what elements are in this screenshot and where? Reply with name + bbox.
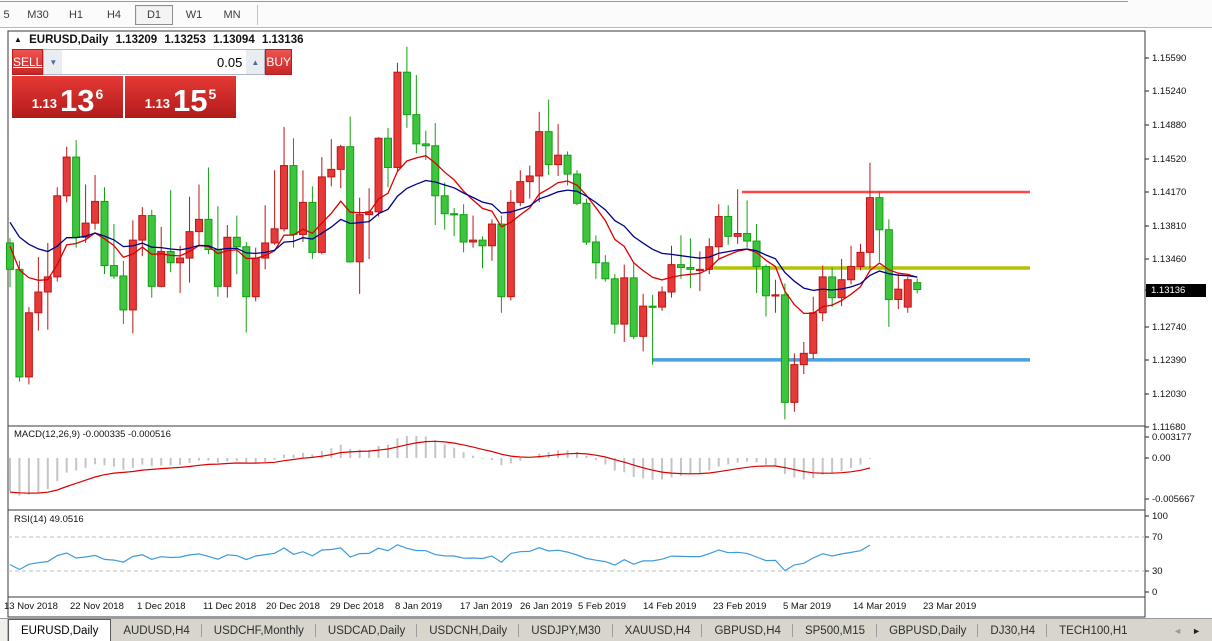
current-price-badge: 1.13136: [1146, 284, 1206, 297]
chart-tab-xauusd-h4[interactable]: XAUUSD,H4: [613, 619, 703, 641]
macd-label: MACD(12,26,9) -0.000335 -0.000516: [14, 429, 171, 440]
macd-axis-label: 0.003177: [1152, 432, 1192, 443]
chart-symbol-header: ▲ EURUSD,Daily 1.13209 1.13253 1.13094 1…: [14, 34, 308, 46]
price-axis-label: 1.15240: [1152, 86, 1186, 97]
date-axis-label: 23 Feb 2019: [713, 601, 766, 612]
date-axis-label: 29 Dec 2018: [330, 601, 384, 612]
buy-price-main: 15: [173, 86, 207, 115]
date-axis-label: 1 Dec 2018: [137, 601, 186, 612]
tab-scroll-left-icon[interactable]: ◄: [1168, 626, 1187, 636]
chart-tab-gbpusd-h4[interactable]: GBPUSD,H4: [702, 619, 792, 641]
date-axis-label: 13 Nov 2018: [4, 601, 58, 612]
chart-tab-sp500-m15[interactable]: SP500,M15: [793, 619, 877, 641]
volume-up-button[interactable]: ▲: [246, 50, 264, 74]
buy-price-prefix: 1.13: [145, 96, 170, 111]
tab-scroll-right-icon[interactable]: ►: [1187, 626, 1206, 636]
trading-platform-window: 5M30H1H4D1W1MN ▲ EURUSD,Daily 1.13209 1.…: [0, 0, 1212, 641]
rsi-axis-label: 30: [1152, 566, 1163, 577]
price-axis-label: 1.14170: [1152, 187, 1186, 198]
quote-low: 1.13094: [213, 34, 255, 46]
sell-button[interactable]: SELL: [12, 49, 43, 75]
date-axis-label: 22 Nov 2018: [70, 601, 124, 612]
price-axis-label: 1.14880: [1152, 120, 1186, 131]
chart-tab-gbpusd-daily[interactable]: GBPUSD,Daily: [877, 619, 978, 641]
date-axis-label: 5 Feb 2019: [578, 601, 626, 612]
sell-price-pip: 6: [96, 86, 104, 102]
date-axis-label: 8 Jan 2019: [395, 601, 442, 612]
tab-scroll-controls: ◄ ►: [1168, 619, 1212, 641]
quote-close: 1.13136: [262, 34, 304, 46]
price-axis-label: 1.12740: [1152, 322, 1186, 333]
chart-tab-audusd-h4[interactable]: AUDUSD,H4: [111, 619, 201, 641]
rsi-axis-label: 70: [1152, 532, 1163, 543]
price-axis-label: 1.12030: [1152, 389, 1186, 400]
chart-tab-tech100-h1[interactable]: TECH100,H1: [1047, 619, 1139, 641]
date-axis-label: 20 Dec 2018: [266, 601, 320, 612]
rsi-label: RSI(14) 49.0516: [14, 514, 84, 525]
date-axis-label: 23 Mar 2019: [923, 601, 976, 612]
rsi-axis-label: 0: [1152, 587, 1157, 598]
price-axis-label: 1.14520: [1152, 154, 1186, 165]
date-axis-label: 26 Jan 2019: [520, 601, 572, 612]
macd-axis-label: 0.00: [1152, 453, 1171, 464]
one-click-trading-panel: SELL ▼ ▲ BUY 1.13136 1.13155: [12, 49, 236, 118]
volume-stepper: ▼ ▲: [43, 49, 265, 75]
sell-price-display[interactable]: 1.13136: [12, 76, 123, 118]
chart-tab-usdjpy-m30[interactable]: USDJPY,M30: [519, 619, 612, 641]
quote-open: 1.13209: [116, 34, 158, 46]
price-axis-label: 1.15590: [1152, 53, 1186, 64]
date-axis-label: 5 Mar 2019: [783, 601, 831, 612]
chart-window-frame: [8, 31, 1145, 617]
buy-button[interactable]: BUY: [265, 49, 292, 75]
tabbar-lead-gutter: [0, 619, 8, 641]
macd-axis-label: -0.005667: [1152, 494, 1195, 505]
price-axis-label: 1.13460: [1152, 254, 1186, 265]
price-axis-label: 1.12390: [1152, 355, 1186, 366]
sell-price-prefix: 1.13: [32, 96, 57, 111]
price-axis-label: 1.13810: [1152, 221, 1186, 232]
symbol-period-label: EURUSD,Daily: [29, 34, 108, 46]
buy-price-display[interactable]: 1.13155: [125, 76, 236, 118]
volume-down-button[interactable]: ▼: [44, 50, 62, 74]
buy-price-pip: 5: [209, 86, 217, 102]
chart-tab-usdcad-daily[interactable]: USDCAD,Daily: [316, 619, 417, 641]
volume-input[interactable]: [62, 50, 246, 74]
chart-tab-eurusd-daily[interactable]: EURUSD,Daily: [8, 619, 111, 641]
quote-high: 1.13253: [164, 34, 206, 46]
chart-tab-usdcnh-daily[interactable]: USDCNH,Daily: [417, 619, 519, 641]
chart-tab-dj30-h4[interactable]: DJ30,H4: [978, 619, 1047, 641]
date-axis-label: 14 Feb 2019: [643, 601, 696, 612]
date-axis-label: 11 Dec 2018: [203, 601, 256, 612]
sell-price-main: 13: [60, 86, 94, 115]
rsi-axis-label: 100: [1152, 511, 1168, 522]
chart-tab-usdchf-monthly[interactable]: USDCHF,Monthly: [202, 619, 316, 641]
date-axis-label: 14 Mar 2019: [853, 601, 906, 612]
collapse-triangle-icon[interactable]: ▲: [14, 35, 22, 44]
chart-tab-bar: EURUSD,DailyAUDUSD,H4USDCHF,MonthlyUSDCA…: [0, 618, 1212, 641]
date-axis-label: 17 Jan 2019: [460, 601, 512, 612]
